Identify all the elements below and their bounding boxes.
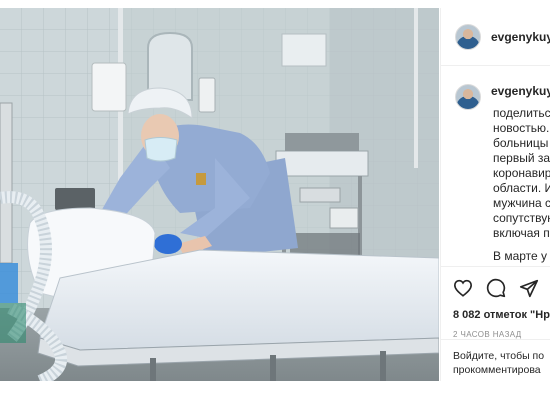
likes-count[interactable]: 8 082 отметок "Нр — [453, 309, 550, 321]
hospital-ward-image — [0, 8, 439, 381]
avatar[interactable] — [455, 23, 481, 50]
caption-line: новостью. — [493, 121, 550, 135]
header-username[interactable]: evgenykuyv — [491, 30, 550, 44]
caption-line: В марте у н — [493, 249, 550, 263]
caption: evgenykuyv поделиться новостью. больницы… — [441, 66, 550, 263]
post-header: evgenykuyv — [441, 8, 550, 66]
post-actions: 8 082 отметок "Нр 2 часов назад — [441, 266, 550, 339]
caption-line: коронавир — [493, 166, 550, 180]
caption-line: включая пр — [493, 226, 550, 240]
action-icons — [453, 277, 550, 299]
caption-line: области. И — [493, 181, 550, 195]
likes-text: 8 082 отметок "Нр — [453, 309, 550, 321]
post-timestamp[interactable]: 2 часов назад — [453, 330, 550, 339]
login-prompt-text: прокомментирова — [453, 364, 541, 376]
caption-line: мужчина с — [493, 196, 550, 210]
login-prompt: Войдите, чтобы по прокомментирова — [441, 339, 550, 381]
post-photo[interactable] — [0, 8, 439, 381]
post-sidebar: evgenykuyv evgenykuyv поделиться новость… — [440, 8, 550, 381]
login-link[interactable]: Войдите, чтобы по — [453, 349, 550, 363]
caption-line: первый зар — [493, 151, 550, 165]
heart-icon[interactable] — [453, 279, 473, 297]
share-icon[interactable] — [519, 279, 539, 298]
caption-line: поделиться — [493, 106, 550, 120]
caption-line: больницы — [493, 136, 549, 150]
caption-line: сопутствую — [493, 211, 550, 225]
caption-avatar[interactable] — [455, 84, 481, 110]
comment-icon[interactable] — [486, 278, 506, 298]
caption-text: поделиться новостью. больницы первый зар… — [493, 106, 550, 264]
